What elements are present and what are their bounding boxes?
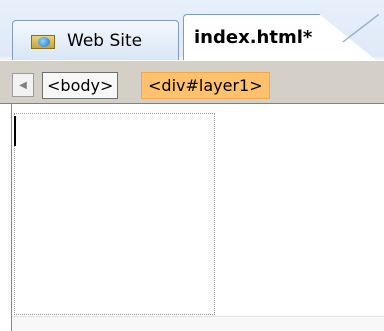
tag-div-layer1[interactable]: <div#layer1> [141, 72, 270, 99]
tab-web-site-label: Web Site [67, 30, 143, 51]
design-surface-left-border [11, 104, 12, 331]
design-surface-bottom-edge [12, 316, 384, 331]
tab-index-html-label: index.html* [194, 27, 313, 48]
editor-window: Web Site index.html* ◀ <body> <div#layer… [0, 0, 384, 331]
tag-selector-bar: ◀ <body> <div#layer1> [0, 60, 384, 104]
layer1-div-outline[interactable] [14, 113, 215, 315]
tag-body[interactable]: <body> [42, 72, 119, 99]
document-tab-strip: Web Site index.html* [0, 0, 384, 60]
tab-web-site[interactable]: Web Site [12, 20, 179, 60]
text-caret [14, 116, 16, 146]
scroll-left-icon[interactable]: ◀ [12, 73, 34, 97]
website-folder-icon [31, 33, 55, 49]
